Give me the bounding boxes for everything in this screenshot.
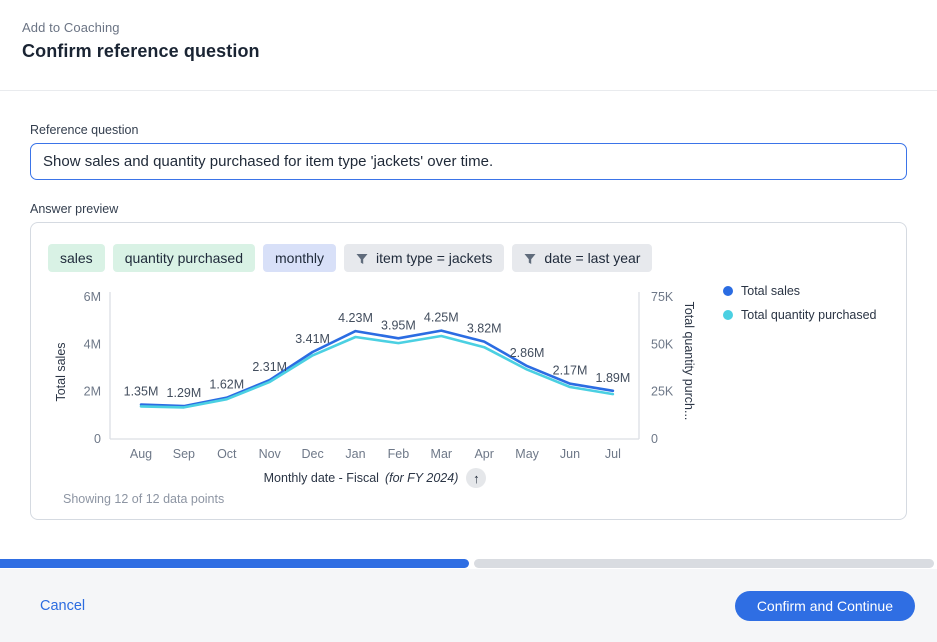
progress-track xyxy=(474,559,935,568)
svg-text:Oct: Oct xyxy=(217,447,237,461)
chip-label: date = last year xyxy=(544,250,640,266)
svg-text:Jan: Jan xyxy=(345,447,365,461)
svg-text:1.29M: 1.29M xyxy=(167,386,202,400)
chip-monthly[interactable]: monthly xyxy=(263,244,336,272)
svg-text:May: May xyxy=(515,447,539,461)
legend-label: Total sales xyxy=(741,284,800,298)
svg-text:4.23M: 4.23M xyxy=(338,311,373,325)
svg-text:2.86M: 2.86M xyxy=(510,346,545,360)
sort-ascending-icon[interactable]: ↑ xyxy=(466,468,486,488)
svg-text:1.62M: 1.62M xyxy=(209,378,244,392)
svg-text:Nov: Nov xyxy=(259,447,282,461)
svg-text:75K: 75K xyxy=(651,290,674,304)
svg-text:50K: 50K xyxy=(651,337,674,351)
svg-text:Jun: Jun xyxy=(560,447,580,461)
confirm-and-continue-button[interactable]: Confirm and Continue xyxy=(735,591,915,621)
reference-question-label: Reference question xyxy=(30,123,138,137)
cancel-button[interactable]: Cancel xyxy=(40,598,85,614)
chip-filter-item-type[interactable]: item type = jackets xyxy=(344,244,504,272)
svg-text:2.17M: 2.17M xyxy=(553,364,588,378)
svg-text:Aug: Aug xyxy=(130,447,152,461)
progress-fill xyxy=(0,559,469,568)
data-points-footnote: Showing 12 of 12 data points xyxy=(63,492,224,506)
svg-text:Mar: Mar xyxy=(431,447,453,461)
svg-text:3.41M: 3.41M xyxy=(295,332,330,346)
svg-text:Sep: Sep xyxy=(173,447,195,461)
svg-text:3.95M: 3.95M xyxy=(381,318,416,332)
chip-filter-date[interactable]: date = last year xyxy=(512,244,652,272)
chip-label: quantity purchased xyxy=(125,250,243,266)
svg-text:Jul: Jul xyxy=(605,447,621,461)
x-axis-title-qualifier: (for FY 2024) xyxy=(385,471,458,485)
total-sales-dot-icon xyxy=(723,286,733,296)
svg-text:6M: 6M xyxy=(84,290,101,304)
svg-text:4.25M: 4.25M xyxy=(424,311,459,325)
funnel-icon xyxy=(356,252,368,264)
reference-question-input[interactable] xyxy=(30,143,907,180)
x-axis-title: Monthly date - Fiscal (for FY 2024) ↑ xyxy=(110,467,640,489)
svg-text:3.82M: 3.82M xyxy=(467,322,502,336)
svg-text:25K: 25K xyxy=(651,385,674,399)
funnel-icon xyxy=(524,252,536,264)
svg-text:Feb: Feb xyxy=(388,447,410,461)
svg-text:0: 0 xyxy=(94,432,101,446)
answer-preview-panel: sales quantity purchased monthly item ty… xyxy=(30,222,907,520)
progress-bar xyxy=(0,559,937,568)
svg-text:2.31M: 2.31M xyxy=(252,360,287,374)
confirm-reference-question-dialog: Add to Coaching Confirm reference questi… xyxy=(0,0,937,642)
header-divider xyxy=(0,90,937,91)
chart-legend: Total sales Total quantity purchased xyxy=(723,284,877,322)
chip-sales[interactable]: sales xyxy=(48,244,105,272)
svg-text:Total quantity purch...: Total quantity purch... xyxy=(682,302,696,421)
dialog-header: Add to Coaching Confirm reference questi… xyxy=(22,20,260,62)
chip-label: item type = jackets xyxy=(376,250,492,266)
svg-text:Total sales: Total sales xyxy=(54,342,68,401)
chip-label: sales xyxy=(60,250,93,266)
svg-text:Apr: Apr xyxy=(474,447,493,461)
x-axis-title-text: Monthly date - Fiscal xyxy=(264,471,379,485)
dialog-footer: Cancel Confirm and Continue xyxy=(0,569,937,642)
svg-text:1.35M: 1.35M xyxy=(124,385,159,399)
svg-text:4M: 4M xyxy=(84,337,101,351)
dual-axis-line-chart[interactable]: 0 2M 4M 6M 0 25K 50K 75K Total sales Total quanti… xyxy=(31,286,721,471)
breadcrumb: Add to Coaching xyxy=(22,20,260,35)
total-quantity-dot-icon xyxy=(723,310,733,320)
svg-text:1.89M: 1.89M xyxy=(596,371,631,385)
legend-item-total-sales[interactable]: Total sales xyxy=(723,284,877,298)
legend-label: Total quantity purchased xyxy=(741,308,877,322)
chip-quantity-purchased[interactable]: quantity purchased xyxy=(113,244,255,272)
svg-text:Dec: Dec xyxy=(301,447,323,461)
token-chips: sales quantity purchased monthly item ty… xyxy=(48,244,652,272)
chip-label: monthly xyxy=(275,250,324,266)
legend-item-total-quantity[interactable]: Total quantity purchased xyxy=(723,308,877,322)
page-title: Confirm reference question xyxy=(22,41,260,62)
answer-preview-label: Answer preview xyxy=(30,202,118,216)
svg-text:2M: 2M xyxy=(84,385,101,399)
svg-text:0: 0 xyxy=(651,432,658,446)
